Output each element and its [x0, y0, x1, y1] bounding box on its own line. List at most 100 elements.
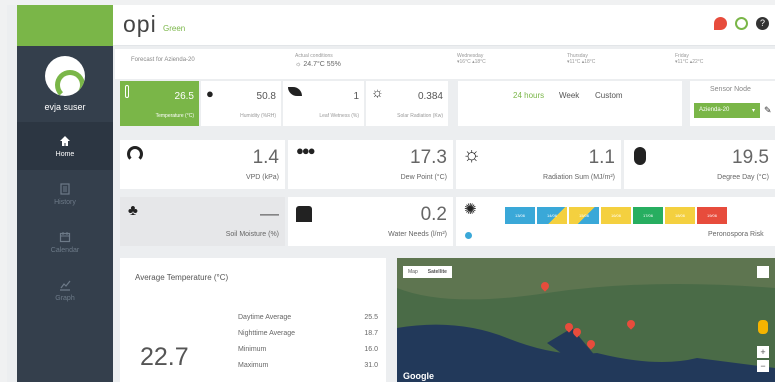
username: evja suser: [44, 102, 86, 112]
metric-dew-point: ●●● 17.3 Dew Point (°C): [288, 140, 453, 189]
peronospora-risk: ✺ 13/06 14/06 15/06 16/06 17/06 18/06 19…: [456, 197, 775, 246]
avatar[interactable]: [45, 56, 85, 96]
avg-val: 18.7: [364, 330, 378, 337]
sun-icon: ☼: [371, 84, 384, 100]
sun-icon: ☼: [462, 143, 482, 166]
bug-icon: [634, 147, 646, 165]
sensor-value: 26.5: [174, 91, 194, 102]
day-temps: ▾11°C ▴22°C: [675, 59, 704, 65]
map-tab[interactable]: Map: [403, 266, 423, 278]
metric-value: 1.1: [588, 147, 615, 168]
sensor-node-value: Azienda-20: [699, 107, 730, 113]
avg-temp-card: Average Temperature (°C) 22.7 Daytime Av…: [120, 258, 386, 382]
sidebar: evja suser Home History Calendar Graph: [17, 5, 113, 382]
help-icon[interactable]: ?: [756, 17, 769, 30]
leaf-icon: [288, 87, 302, 96]
metric-water-needs: 0.2 Water Needs (l/m²): [288, 197, 453, 246]
sensor-label: Temperature (°C): [155, 113, 194, 119]
satellite-tab[interactable]: Satellite: [423, 266, 452, 278]
forecast-day-1: Wednesday ▾16°C ▴18°C: [457, 53, 557, 65]
sensor-humidity[interactable]: ● 50.8 Humidity (%RH): [201, 81, 281, 126]
avg-val: 16.0: [364, 346, 378, 353]
metric-value: 1.4: [252, 147, 279, 168]
sensor-leaf-wetness[interactable]: 1 Leaf Wetness (%): [283, 81, 364, 126]
street-view-icon[interactable]: [758, 320, 768, 334]
actual-value: ☼ 24.7°C 55%: [295, 61, 341, 68]
metric-value: 0.2: [420, 204, 447, 225]
metric-value: 19.5: [732, 147, 769, 168]
avg-row: Daytime Average 25.5: [238, 314, 378, 330]
history-icon: [60, 182, 70, 195]
forecast-title: Forecast for Azienda-20: [131, 57, 195, 63]
metric-label: Dew Point (°C): [400, 174, 447, 181]
metric-radiation-sum: ☼ 1.1 Radiation Sum (MJ/m²): [456, 140, 621, 189]
metric-soil-moisture: ♣ — Soil Moisture (%): [120, 197, 285, 246]
range-24h[interactable]: 24 hours: [513, 91, 544, 100]
avg-key: Nighttime Average: [238, 330, 296, 337]
home-icon: [60, 135, 70, 146]
google-logo: Google: [403, 371, 434, 381]
forecast-day-2: Thursday ▾11°C ▴18°C: [567, 53, 667, 65]
metric-label: Radiation Sum (MJ/m²): [543, 174, 615, 181]
sensor-node-panel: Sensor Node Azienda-20 ▾ ✎: [690, 81, 775, 126]
metric-label: VPD (kPa): [245, 174, 279, 181]
forecast-day-3: Friday ▾11°C ▴22°C: [675, 53, 775, 65]
avg-row: Maximum 31.0: [238, 362, 378, 378]
nav-calendar-label: Calendar: [50, 246, 80, 254]
sensor-temperature[interactable]: 26.5 Temperature (°C): [120, 81, 199, 126]
risk-strip: 13/06 14/06 15/06 16/06 17/06 18/06 19/0…: [505, 207, 727, 224]
sensor-value: 0.384: [417, 91, 443, 102]
logo-sub: Green: [163, 24, 186, 33]
drop-icon: ●: [206, 86, 214, 101]
map[interactable]: Map Satellite + − Google: [397, 258, 775, 382]
metric-label: Degree Day (°C): [717, 174, 769, 181]
nav-graph[interactable]: Graph: [17, 266, 113, 314]
metric-value: —: [260, 204, 279, 225]
avg-row: Minimum 16.0: [238, 346, 378, 362]
zoom-in-button[interactable]: +: [757, 346, 769, 358]
gauge-icon: [127, 146, 143, 162]
nav-graph-label: Graph: [55, 294, 75, 302]
avg-title: Average Temperature (°C): [135, 273, 229, 282]
notification-icon[interactable]: [714, 17, 727, 30]
sensor-node-select[interactable]: Azienda-20 ▾: [694, 103, 760, 118]
calendar-icon: [59, 231, 71, 242]
drops-icon: ●●●: [296, 143, 316, 158]
metric-label: Water Needs (l/m²): [388, 231, 447, 238]
risk-cell: 18/06: [665, 207, 695, 224]
brand-bar: [17, 5, 113, 46]
nav-history-label: History: [54, 198, 76, 206]
sensor-solar-radiation[interactable]: ☼ 0.384 Solar Radiation (Kw): [366, 81, 448, 126]
metric-vpd: 1.4 VPD (kPa): [120, 140, 285, 189]
actual-label: Actual conditions: [295, 53, 333, 59]
nav-calendar[interactable]: Calendar: [17, 218, 113, 266]
nav-history[interactable]: History: [17, 170, 113, 218]
nav-home[interactable]: Home: [17, 122, 113, 170]
fullscreen-icon[interactable]: [757, 266, 769, 278]
range-selector: 24 hours Week Custom: [458, 81, 682, 126]
status-icon[interactable]: [735, 17, 748, 30]
map-terrain: [397, 258, 775, 382]
risk-cell: 14/06: [537, 207, 567, 224]
risk-cell: 17/06: [633, 207, 663, 224]
metric-label: Soil Moisture (%): [225, 231, 279, 238]
range-week[interactable]: Week: [559, 91, 579, 100]
info-dot[interactable]: [465, 232, 472, 239]
profile: evja suser: [17, 46, 113, 122]
avg-row: Nighttime Average 18.7: [238, 330, 378, 346]
risk-cell: 15/06: [569, 207, 599, 224]
day-temps: ▾11°C ▴18°C: [567, 59, 596, 65]
zoom-out-button[interactable]: −: [757, 360, 769, 372]
day-temps: ▾16°C ▴18°C: [457, 59, 486, 65]
forecast-bar: Forecast for Azienda-20 Actual condition…: [115, 49, 775, 79]
range-custom[interactable]: Custom: [595, 91, 623, 100]
avg-val: 25.5: [364, 314, 378, 321]
edit-icon[interactable]: ✎: [764, 105, 772, 116]
avg-table: Daytime Average 25.5 Nighttime Average 18.…: [238, 314, 378, 378]
avg-key: Daytime Average: [238, 314, 292, 321]
risk-label: Peronospora Risk: [708, 231, 764, 238]
avg-value: 22.7: [140, 343, 189, 371]
risk-cell: 13/06: [505, 207, 535, 224]
sensor-label: Humidity (%RH): [240, 113, 276, 119]
chevron-down-icon: ▾: [751, 108, 755, 114]
